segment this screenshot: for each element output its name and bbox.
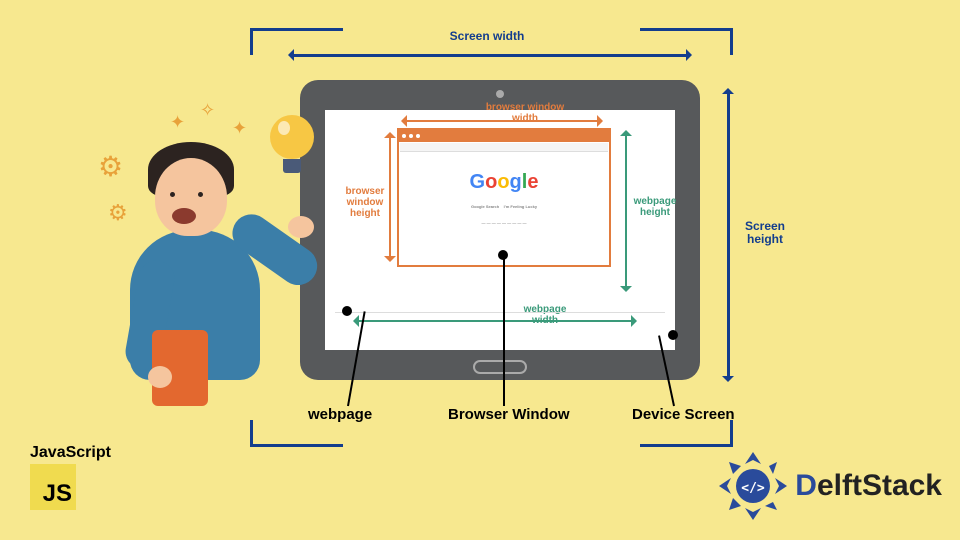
screen-width-label: Screen width	[447, 30, 527, 43]
delftstack-logo-icon: </>	[717, 450, 789, 522]
webpage-height-arrow	[625, 132, 627, 290]
browser-window-label: Browser Window	[448, 406, 570, 423]
gear-icon: ⚙	[98, 150, 123, 183]
browser-pointer	[503, 254, 505, 406]
outer-frame-bottom-right	[640, 420, 733, 447]
lightbulb-icon	[270, 115, 314, 173]
screen-width-arrow	[290, 54, 690, 57]
webpage-dot	[342, 306, 352, 316]
screen-height-label: Screen height	[737, 220, 793, 246]
browser-height-arrow	[389, 134, 391, 260]
webpage-footer	[335, 312, 665, 322]
lucky-link: I'm Feeling Lucky	[504, 204, 537, 209]
webpage-height-label: webpage height	[630, 196, 680, 218]
device-dot	[668, 330, 678, 340]
js-title: JavaScript	[30, 444, 111, 462]
gear-icon: ⚙	[108, 200, 128, 226]
browser-width-label: browser window width	[475, 102, 575, 124]
browser-content: Google Google Search I'm Feeling Lucky —…	[399, 153, 609, 227]
outer-frame-bottom-left	[250, 420, 343, 447]
delftstack-text: DelftStack	[795, 469, 942, 503]
browser-height-label: browser window height	[341, 186, 389, 219]
javascript-badge: JavaScript JS	[30, 444, 111, 510]
sparkle-icon: ✦	[232, 118, 247, 139]
address-bar	[400, 143, 608, 152]
device-screen-label: Device Screen	[632, 406, 735, 423]
lang-row: — — — — — — — — —	[399, 220, 609, 226]
webpage-label: webpage	[308, 406, 372, 423]
js-logo: JS	[30, 464, 76, 510]
outer-frame-top-left	[250, 28, 343, 55]
search-link: Google Search	[471, 204, 499, 209]
sparkle-icon: ✦	[170, 112, 185, 133]
sparkle-icon: ✧	[200, 100, 215, 121]
delftstack-brand: </> DelftStack	[717, 450, 942, 522]
browser-title-bar	[399, 130, 609, 142]
browser-window: Google Google Search I'm Feeling Lucky —…	[397, 128, 611, 267]
svg-text:</>: </>	[742, 481, 766, 496]
tablet-screen: Google Google Search I'm Feeling Lucky —…	[325, 110, 675, 350]
screen-height-arrow	[727, 90, 730, 380]
